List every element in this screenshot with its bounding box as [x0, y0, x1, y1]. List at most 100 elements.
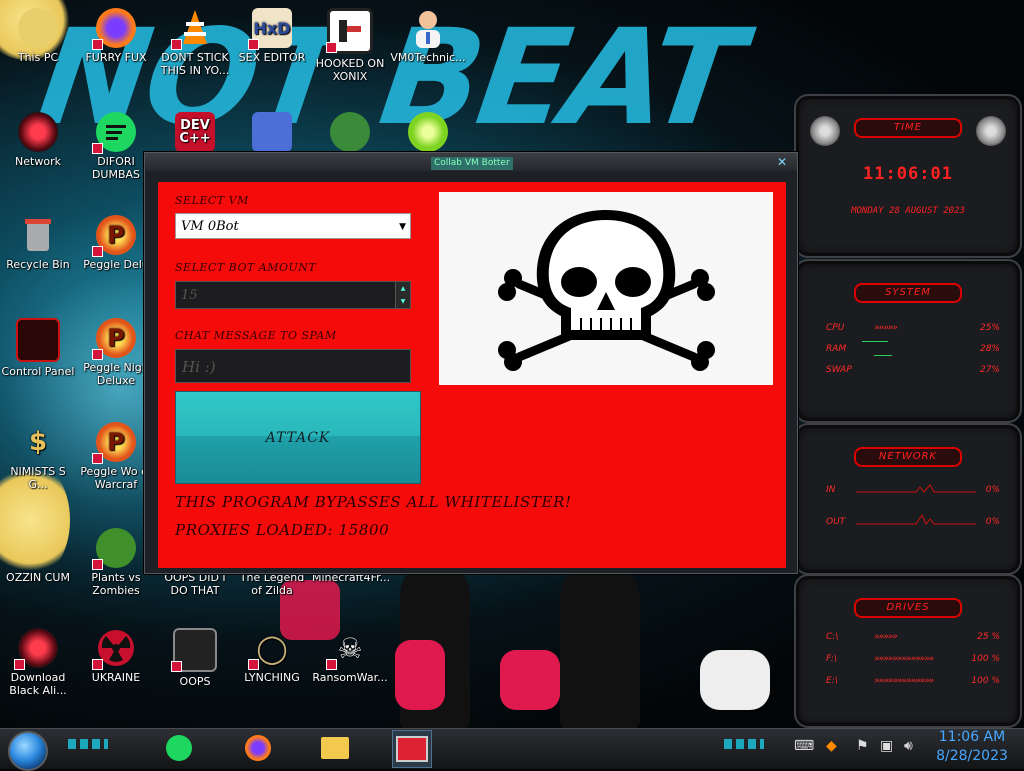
gadget-title: SYSTEM — [854, 283, 962, 303]
desktop-icon-label: SEX EDITOR — [238, 51, 306, 64]
desktop-icon-card[interactable] — [234, 112, 310, 155]
radiation-icon — [92, 628, 136, 670]
desktop-icon-label: RansomWar... — [312, 671, 388, 684]
file-explorer-icon — [321, 737, 349, 759]
taskbar-firefox[interactable] — [239, 730, 277, 766]
desktop-icon-oops[interactable]: OOPS — [157, 628, 233, 688]
desktop-icon-label: Peggle Delu — [83, 258, 149, 271]
desktop-icon-nimists[interactable]: $ NIMISTS S G... — [0, 422, 76, 492]
desktop-icon-peggle-warcraft[interactable]: P Peggle Wo of Warcraf — [78, 422, 154, 491]
collab-vm-botter-window: Collab VM Botter ✕ SELECT VM VM 0Bot ▼ S… — [144, 152, 798, 574]
gadget-clock: 11:06:01 — [863, 164, 953, 184]
desktop-icon-label: Peggle Wo of Warcraf — [80, 465, 152, 491]
desktop-icon-ukraine[interactable]: UKRAINE — [78, 628, 154, 684]
taskbar-file-explorer[interactable] — [316, 730, 354, 766]
network-tray-icon[interactable]: ▣ — [880, 738, 893, 754]
desktop-icon-label: This PC — [17, 51, 59, 64]
desktop-icon-label: Download Black Ali... — [9, 671, 67, 697]
stepper-arrows[interactable]: ▲ ▼ — [395, 282, 410, 308]
clock-time: 11:06 AM — [938, 729, 1006, 745]
flag-icon[interactable]: ⚑ — [856, 738, 869, 754]
desktop-icon-difori[interactable]: DIFORI DUMBAS — [78, 112, 154, 181]
desktop-icon-network[interactable]: Network — [0, 112, 76, 168]
desktop-icon-peggle-nights[interactable]: P Peggle Nigh Deluxe — [78, 318, 154, 387]
desktop-icon-label: UKRAINE — [91, 671, 141, 684]
desktop-icon-peggle-deluxe[interactable]: P Peggle Delu — [78, 215, 154, 271]
taskbar-collab-vm-botter[interactable] — [392, 730, 432, 768]
desktop-icon-lynching[interactable]: ◯ LYNCHING — [234, 628, 310, 684]
desktop-icon-lime[interactable] — [390, 112, 466, 155]
chat-message-label: CHAT MESSAGE TO SPAM — [175, 329, 337, 342]
desktop-icon-label: VM0Technic... — [390, 51, 466, 64]
stepper-down-icon[interactable]: ▼ — [396, 295, 410, 308]
desktop-icon-recycle-bin[interactable]: Recycle Bin — [0, 215, 76, 271]
proxies-loaded-text: PROXIES LOADED: 15800 — [175, 521, 390, 539]
window-client-area: SELECT VM VM 0Bot ▼ SELECT BOT AMOUNT 15… — [158, 182, 786, 568]
wallpaper-shoe — [395, 640, 445, 710]
desktop-icon-label: FURRY FUX — [85, 51, 147, 64]
desktop-icon-label: DONT STICK THIS IN YO... — [160, 51, 230, 77]
time-gadget: TIME 11:06:01 MONDAY 28 AUGUST 2023 — [794, 94, 1022, 258]
chevron-indicator: »»»»»»»»»»»»» — [874, 654, 934, 664]
swap-graph-line — [874, 355, 892, 356]
desktop-icon-vm0technic[interactable]: VM0Technic... — [390, 8, 466, 64]
ram-graph-line — [862, 341, 888, 342]
desktop-icon-dont-stick[interactable]: DONT STICK THIS IN YO... — [157, 8, 233, 77]
volume-icon[interactable]: 🔊︎ — [904, 738, 913, 754]
control-panel-icon — [16, 318, 60, 362]
chat-message-input[interactable]: Hi :) — [175, 349, 411, 383]
row-label: C:\ — [826, 632, 839, 642]
gadget-title: NETWORK — [854, 447, 962, 467]
desktop-icon-label: NIMISTS S G... — [10, 465, 66, 491]
gadget-title: DRIVES — [854, 598, 962, 618]
drive-row-f: F:\ »»»»»»»»»»»»» 100 % — [826, 654, 1000, 664]
desktop-icon-dev-cpp[interactable]: DEV C++ — [157, 112, 233, 155]
bot-amount-stepper[interactable]: 15 ▲ ▼ — [175, 281, 411, 309]
lime-icon — [408, 112, 448, 152]
row-label: RAM — [826, 344, 847, 354]
start-button[interactable] — [8, 731, 48, 771]
firefox-icon — [92, 8, 136, 50]
row-label: OUT — [826, 517, 846, 527]
taskbar-clock[interactable]: 11:06 AM 8/28/2023 — [924, 728, 1020, 768]
desktop-icon-label: Recycle Bin — [6, 258, 70, 271]
desktop-icon-santa[interactable] — [312, 112, 388, 155]
computer-icon — [18, 8, 58, 48]
card-icon — [252, 112, 292, 152]
desktop-icon-furry-fux[interactable]: FURRY FUX — [78, 8, 154, 64]
recycle-bin-icon — [18, 215, 58, 255]
row-value: 0% — [985, 485, 1000, 495]
drives-gadget: DRIVES C:\ »»»»» 25 % F:\ »»»»»»»»»»»»» 100 … — [794, 574, 1022, 728]
monitor-icon — [171, 628, 217, 672]
desktop-icon-black-alien[interactable]: Download Black Ali... — [0, 628, 76, 697]
desktop-icon-control-panel[interactable]: Control Panel — [0, 318, 76, 378]
desktop-icon-label: OZZIN CUM — [6, 571, 70, 584]
desktop-icon-this-pc[interactable]: This PC — [0, 8, 76, 64]
stepper-up-icon[interactable]: ▲ — [396, 282, 410, 295]
select-vm-dropdown[interactable]: VM 0Bot ▼ — [175, 213, 411, 239]
discord-like-icon — [92, 112, 136, 154]
desktop-icon-label: DIFORI DUMBAS — [91, 155, 141, 181]
desktop-icon-ozzin[interactable]: OZZIN CUM — [0, 528, 76, 584]
taskbar-spotify[interactable] — [160, 730, 198, 766]
bot-amount-value: 15 — [181, 288, 198, 303]
network-graph — [856, 484, 976, 525]
desktop-icon-label: The Legend of Zilda — [239, 571, 305, 597]
desktop-icon-pvz[interactable]: Plants vs Zombies — [78, 528, 154, 597]
desktop-icon-ransomware[interactable]: ☠ RansomWar... — [312, 628, 388, 684]
window-titlebar[interactable]: Collab VM Botter ✕ — [145, 153, 797, 171]
attack-button[interactable]: ATTACK — [175, 391, 421, 484]
row-value: 100 % — [971, 676, 1000, 686]
dev-cpp-icon: DEV C++ — [175, 112, 215, 152]
window-title: Collab VM Botter — [431, 157, 513, 170]
close-icon[interactable]: ✕ — [771, 153, 793, 171]
desktop-icon-hooked-on-xonix[interactable]: HOOKED ON XONIX — [312, 8, 388, 83]
desktop-icon-label: Plants vs Zombies — [91, 571, 141, 597]
system-row-ram: RAM 28% — [826, 344, 1000, 354]
select-vm-value: VM 0Bot — [181, 219, 239, 234]
peggle-icon: P — [92, 318, 136, 360]
desktop-icon-sex-editor[interactable]: HxD SEX EDITOR — [234, 8, 310, 64]
drive-row-c: C:\ »»»»» 25 % — [826, 632, 1000, 642]
keyboard-icon[interactable]: ⌨ — [794, 738, 814, 754]
avast-icon[interactable]: ◆ — [826, 738, 837, 754]
